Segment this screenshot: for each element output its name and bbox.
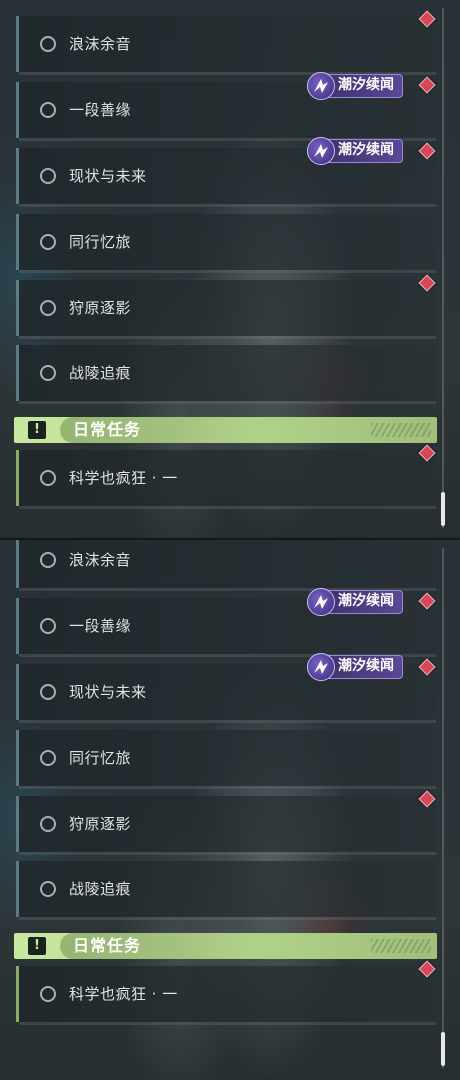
- quest-item[interactable]: 狩原逐影: [16, 796, 436, 855]
- tidal-sequel-icon: [307, 137, 335, 165]
- circle-outline-icon: [40, 168, 56, 184]
- quest-label: 同行忆旅: [69, 233, 132, 251]
- quest-item[interactable]: 同行忆旅: [16, 730, 436, 789]
- scrollbar-track[interactable]: [442, 8, 444, 528]
- tidal-sequel-icon: [307, 653, 335, 681]
- quest-item[interactable]: 战陵追痕: [16, 345, 436, 404]
- circle-outline-icon: [40, 470, 56, 486]
- decorative-stripes: [371, 939, 431, 953]
- quest-label: 一段善缘: [69, 617, 132, 635]
- circle-outline-icon: [40, 881, 56, 897]
- circle-outline-icon: [40, 36, 56, 52]
- quest-item[interactable]: 浪沫余音: [16, 16, 436, 75]
- quest-label: 狩原逐影: [69, 299, 132, 317]
- quest-item[interactable]: 战陵追痕: [16, 861, 436, 920]
- quest-label: 科学也疯狂 · 一: [69, 985, 178, 1003]
- circle-outline-icon: [40, 684, 56, 700]
- exclamation-icon: !: [28, 937, 46, 955]
- circle-outline-icon: [40, 552, 56, 568]
- section-title: 日常任务: [73, 936, 142, 955]
- quest-label: 现状与未来: [69, 167, 147, 185]
- circle-outline-icon: [40, 365, 56, 381]
- quest-label: 科学也疯狂 · 一: [69, 469, 178, 487]
- quest-item[interactable]: 同行忆旅: [16, 214, 436, 273]
- tidal-sequel-icon: [307, 72, 335, 100]
- section-title: 日常任务: [73, 420, 142, 439]
- quest-label: 同行忆旅: [69, 749, 132, 767]
- circle-outline-icon: [40, 618, 56, 634]
- quest-item[interactable]: 浪沫余音: [16, 540, 436, 591]
- quest-label: 浪沫余音: [69, 551, 132, 569]
- quest-list-panel-top: 浪沫余音 一段善缘 潮汐续闻 现状与未来 潮汐续闻 同行忆旅 狩原逐影 战陵追痕…: [0, 0, 460, 540]
- quest-label: 浪沫余音: [69, 35, 132, 53]
- scrollbar-thumb[interactable]: [441, 492, 445, 526]
- circle-outline-icon: [40, 234, 56, 250]
- circle-outline-icon: [40, 816, 56, 832]
- tag-label: 潮汐续闻: [338, 593, 394, 609]
- quest-list-panel-bottom: 浪沫余音 一段善缘 潮汐续闻 现状与未来 潮汐续闻 同行忆旅 狩原逐影 战陵追痕…: [0, 540, 460, 1080]
- tidal-sequel-tag: 潮汐续闻: [307, 588, 403, 616]
- daily-quests-section-header[interactable]: ! 日常任务: [14, 933, 437, 959]
- quest-label: 战陵追痕: [69, 880, 132, 898]
- daily-quest-item[interactable]: 科学也疯狂 · 一: [16, 450, 436, 509]
- quest-item[interactable]: 狩原逐影: [16, 280, 436, 339]
- scrollbar-track[interactable]: [442, 548, 444, 1068]
- scrollbar-thumb[interactable]: [441, 1032, 445, 1066]
- circle-outline-icon: [40, 750, 56, 766]
- circle-outline-icon: [40, 300, 56, 316]
- tidal-sequel-icon: [307, 588, 335, 616]
- tidal-sequel-tag: 潮汐续闻: [307, 653, 403, 681]
- quest-label: 狩原逐影: [69, 815, 132, 833]
- tag-label: 潮汐续闻: [338, 658, 394, 674]
- tidal-sequel-tag: 潮汐续闻: [307, 137, 403, 165]
- circle-outline-icon: [40, 986, 56, 1002]
- tidal-sequel-tag: 潮汐续闻: [307, 72, 403, 100]
- tag-label: 潮汐续闻: [338, 77, 394, 93]
- quest-label: 战陵追痕: [69, 364, 132, 382]
- daily-quests-section-header[interactable]: ! 日常任务: [14, 417, 437, 443]
- exclamation-icon: !: [28, 421, 46, 439]
- circle-outline-icon: [40, 102, 56, 118]
- quest-label: 一段善缘: [69, 101, 132, 119]
- quest-label: 现状与未来: [69, 683, 147, 701]
- tag-label: 潮汐续闻: [338, 142, 394, 158]
- daily-quest-item[interactable]: 科学也疯狂 · 一: [16, 966, 436, 1025]
- decorative-stripes: [371, 423, 431, 437]
